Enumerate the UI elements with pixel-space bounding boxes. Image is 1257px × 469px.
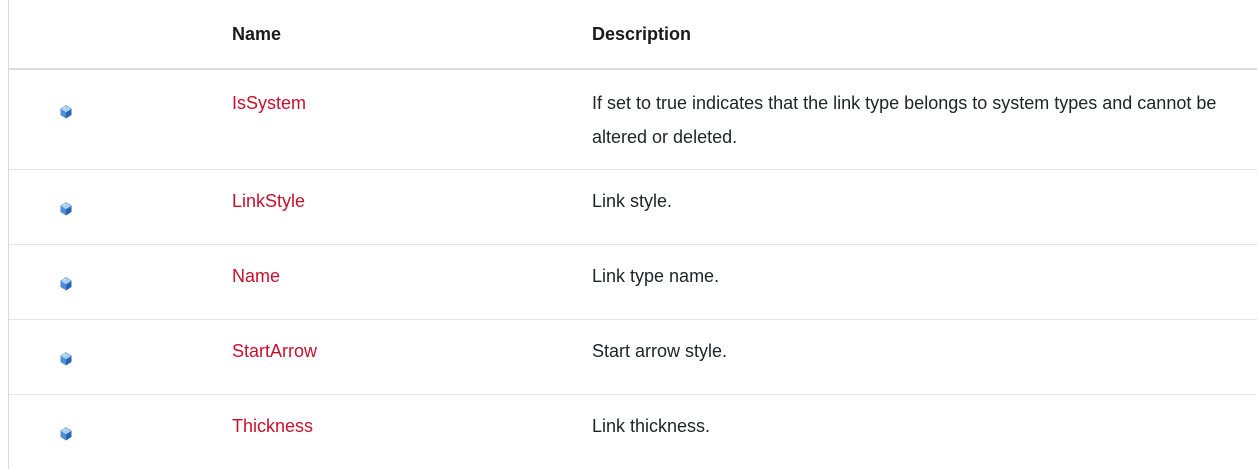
public-property-icon [60,202,72,216]
table-row: StartArrow Start arrow style. [9,319,1257,395]
member-link-linkstyle[interactable]: LinkStyle [232,191,305,212]
table-row: LinkStyle Link style. [9,169,1257,245]
icon-column-header [9,0,232,70]
member-description: Link style. [592,191,673,211]
table-row: IsSystem If set to true indicates that t… [9,69,1257,170]
description-cell: Link thickness. [592,395,1257,468]
name-cell: Thickness [232,395,592,468]
table-row: Name Link type name. [9,244,1257,320]
table-row: Thickness Link thickness. [9,395,1257,468]
name-cell: IsSystem [232,69,592,170]
description-cell: Link style. [592,169,1257,245]
public-property-icon [60,427,72,441]
member-link-startarrow[interactable]: StartArrow [232,341,317,362]
members-page: Name Description IsSystem If set to true… [0,0,1257,469]
table-header-row: Name Description [9,0,1257,70]
member-link-thickness[interactable]: Thickness [232,416,313,437]
description-cell: If set to true indicates that the link t… [592,69,1257,170]
icon-cell [9,169,232,245]
name-cell: LinkStyle [232,169,592,245]
member-link-name[interactable]: Name [232,266,280,287]
member-description: Link thickness. [592,416,711,436]
public-property-icon [60,277,72,291]
member-description: Start arrow style. [592,341,728,361]
icon-cell [9,244,232,320]
icon-cell [9,69,232,170]
name-cell: Name [232,244,592,320]
member-link-issystem[interactable]: IsSystem [232,93,306,114]
member-description: If set to true indicates that the link t… [592,93,1217,147]
description-column-header: Description [592,0,1257,70]
description-cell: Start arrow style. [592,319,1257,395]
icon-cell [9,395,232,468]
icon-cell [9,319,232,395]
member-description: Link type name. [592,266,720,286]
properties-table: Name Description IsSystem If set to true… [9,0,1257,467]
public-property-icon [60,352,72,366]
name-column-header: Name [232,0,592,70]
public-property-icon [60,105,72,119]
description-cell: Link type name. [592,244,1257,320]
name-cell: StartArrow [232,319,592,395]
